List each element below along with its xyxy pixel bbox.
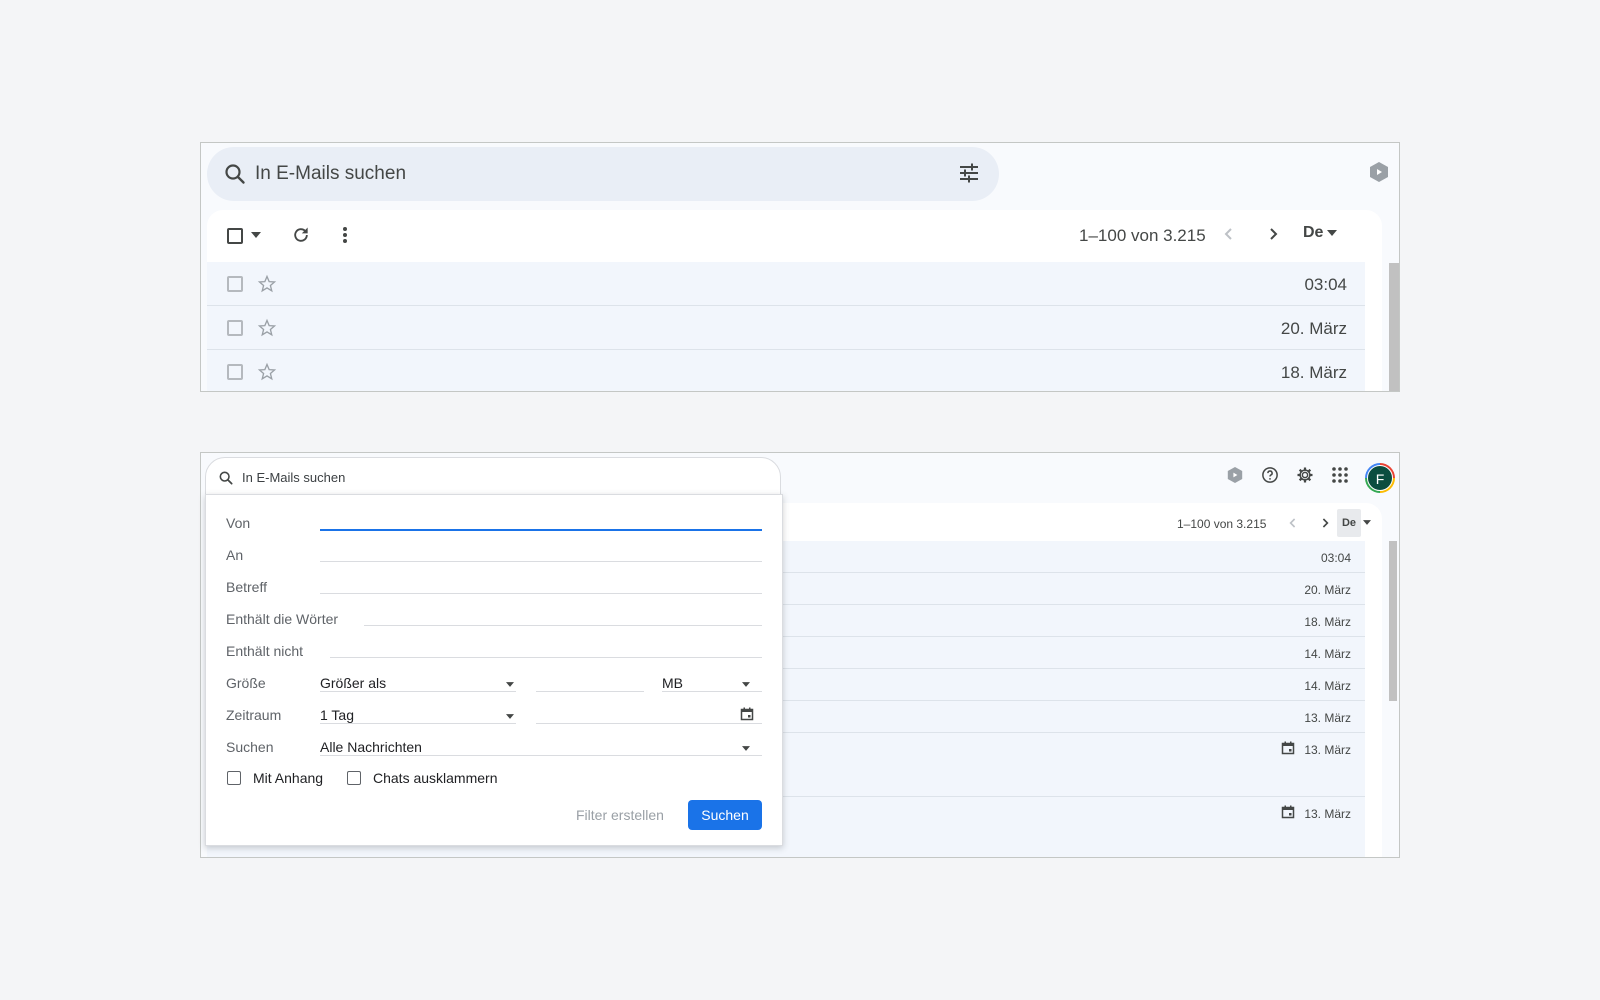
from-field[interactable] (320, 529, 762, 531)
size-unit-underline (662, 691, 762, 692)
chevron-left-icon[interactable] (1219, 224, 1239, 244)
gemini-icon[interactable] (1369, 161, 1389, 183)
input-tools-button[interactable]: De (1303, 224, 1338, 242)
tune-icon[interactable] (957, 161, 981, 185)
row-date: 13. März (1304, 743, 1351, 757)
calendar-icon (1281, 741, 1295, 755)
size-operator-select[interactable]: Größer als (320, 675, 386, 691)
chevron-down-icon[interactable] (506, 714, 514, 719)
star-icon[interactable] (257, 362, 277, 382)
input-tools-button[interactable]: De (1337, 509, 1361, 537)
date-range-select[interactable]: 1 Tag (320, 707, 354, 723)
avatar[interactable]: F (1365, 463, 1395, 493)
table-row[interactable]: 03:04 (207, 262, 1365, 306)
not-contains-field[interactable] (330, 657, 762, 658)
row-date: 13. März (1304, 711, 1351, 725)
help-icon[interactable] (1261, 466, 1279, 484)
chevron-left-icon[interactable] (1285, 515, 1301, 531)
size-operator-underline (320, 691, 516, 692)
table-row[interactable]: 18. März (207, 350, 1365, 391)
date-range-underline (320, 723, 516, 724)
size-value-field[interactable] (536, 691, 644, 692)
star-icon[interactable] (257, 318, 277, 338)
to-label: An (226, 547, 244, 563)
row-date: 18. März (1280, 363, 1347, 382)
date-field[interactable] (536, 723, 762, 724)
apps-icon[interactable] (1331, 466, 1349, 484)
search-bar[interactable]: In E-Mails suchen (205, 457, 781, 497)
search-icon[interactable] (223, 162, 247, 186)
subject-field[interactable] (320, 593, 762, 594)
chevron-down-icon[interactable] (742, 746, 750, 751)
search-in-underline (320, 755, 762, 756)
list-toolbar: 1–100 von 3.215 De (207, 210, 1382, 262)
row-date: 13. März (1304, 807, 1351, 821)
row-checkbox[interactable] (227, 364, 243, 380)
search-icon[interactable] (218, 470, 234, 486)
chevron-down-icon[interactable] (251, 232, 261, 238)
chevron-down-icon[interactable] (506, 682, 514, 687)
scrollbar[interactable] (1389, 541, 1397, 701)
gear-icon[interactable] (1296, 466, 1314, 484)
size-label: Größe (226, 675, 266, 691)
to-field[interactable] (320, 561, 762, 562)
create-filter-button[interactable]: Filter erstellen (576, 807, 664, 823)
select-all-checkbox[interactable] (227, 228, 243, 244)
from-label: Von (226, 515, 251, 531)
row-checkbox[interactable] (227, 320, 243, 336)
gmail-header-panel-large: In E-Mails suchen 1–100 von 3.215 De 03:… (200, 142, 1400, 392)
search-button[interactable]: Suchen (688, 800, 762, 830)
search-input[interactable]: In E-Mails suchen (255, 163, 406, 185)
date-range-label: Zeitraum (226, 707, 282, 723)
has-attachment-label: Mit Anhang (253, 770, 324, 786)
has-attachment-checkbox[interactable] (227, 771, 241, 785)
chevron-down-icon[interactable] (742, 682, 750, 687)
subject-label: Betreff (226, 579, 267, 595)
row-date: 03:04 (1304, 275, 1347, 294)
calendar-icon (1281, 805, 1295, 819)
header-actions: F (1199, 459, 1399, 493)
input-tools-label: De (1303, 224, 1324, 241)
search-bar[interactable]: In E-Mails suchen (207, 147, 999, 201)
star-icon[interactable] (257, 274, 277, 294)
more-vert-icon[interactable] (335, 225, 355, 245)
calendar-icon[interactable] (740, 707, 754, 721)
chevron-right-icon[interactable] (1317, 515, 1333, 531)
not-contains-label: Enthält nicht (226, 643, 304, 659)
pagination-count: 1–100 von 3.215 (1177, 517, 1267, 531)
row-date: 18. März (1304, 615, 1351, 629)
gemini-icon[interactable] (1227, 466, 1243, 484)
search-in-label: Suchen (226, 739, 274, 755)
scrollbar[interactable] (1389, 263, 1399, 391)
search-input[interactable]: In E-Mails suchen (242, 470, 345, 485)
exclude-chats-label: Chats ausklammern (373, 770, 498, 786)
refresh-icon[interactable] (291, 225, 311, 245)
mail-list: 1–100 von 3.215 De 03:04 20. März 18. Mä… (207, 210, 1382, 391)
row-checkbox[interactable] (227, 276, 243, 292)
row-date: 20. März (1304, 583, 1351, 597)
has-words-label: Enthält die Wörter (226, 611, 339, 627)
advanced-search-dialog: Von An Betreff Enthält die Wörter Enthäl… (205, 494, 783, 846)
pagination-count: 1–100 von 3.215 (1079, 226, 1206, 245)
row-date: 03:04 (1320, 551, 1351, 565)
has-words-field[interactable] (364, 625, 762, 626)
table-row[interactable]: 20. März (207, 306, 1365, 350)
chevron-down-icon (1327, 230, 1338, 236)
exclude-chats-checkbox[interactable] (347, 771, 361, 785)
avatar-letter: F (1367, 465, 1393, 491)
row-date: 20. März (1280, 319, 1347, 338)
chevron-down-icon[interactable] (1363, 520, 1371, 525)
size-unit-select[interactable]: MB (662, 675, 683, 691)
chevron-right-icon[interactable] (1263, 224, 1283, 244)
search-in-select[interactable]: Alle Nachrichten (320, 739, 422, 755)
row-date: 14. März (1304, 679, 1351, 693)
row-date: 14. März (1304, 647, 1351, 661)
